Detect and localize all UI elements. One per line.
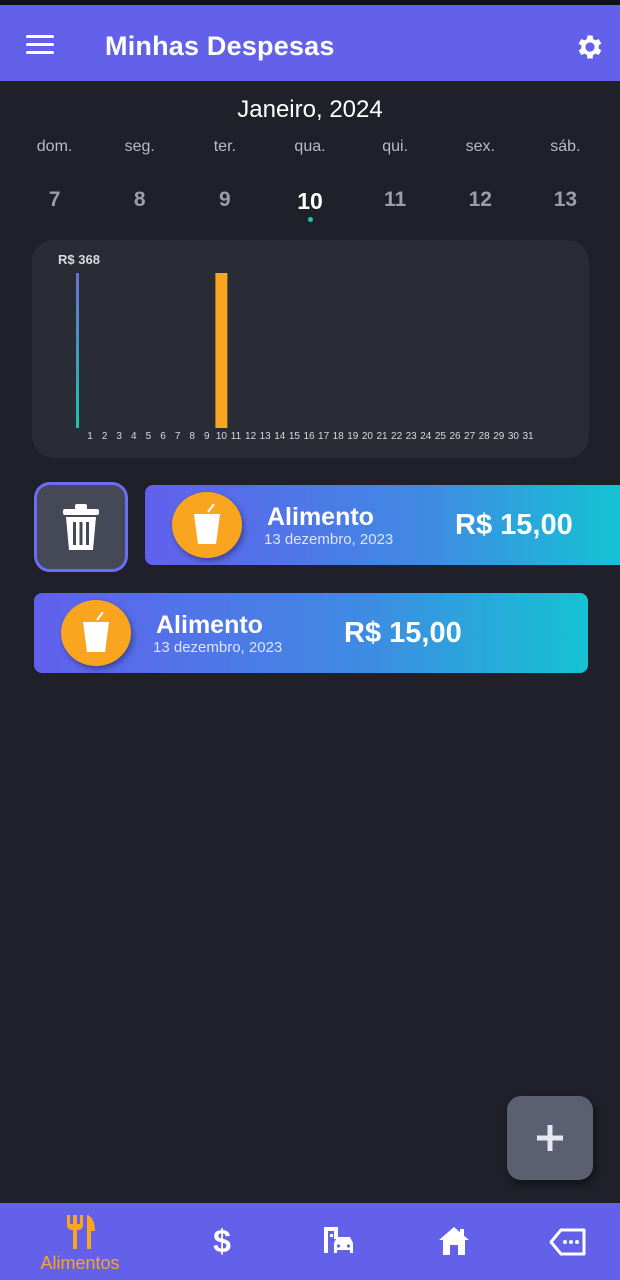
menu-icon[interactable] — [26, 35, 54, 55]
x-tick-label: 20 — [362, 431, 374, 442]
x-tick-label: 5 — [146, 431, 152, 442]
page-title: Minhas Despesas — [105, 31, 335, 61]
delete-button[interactable] — [34, 482, 128, 572]
day-button[interactable]: 12 — [438, 188, 523, 215]
gear-icon[interactable] — [574, 31, 606, 63]
x-tick-label: 7 — [175, 431, 181, 442]
weekday-label: sex. — [465, 138, 495, 155]
x-tick-label: 19 — [347, 431, 359, 442]
weekday-label: seg. — [124, 138, 155, 155]
expense-card-swiped[interactable]: Alimento 13 dezembro, 2023 R$ 15,00 — [145, 485, 620, 565]
x-tick-label: 21 — [376, 431, 388, 442]
x-tick-label: 10 — [216, 431, 228, 442]
plus-icon — [537, 1125, 563, 1151]
x-tick-label: 11 — [231, 431, 242, 442]
day-button[interactable]: 13 — [523, 188, 608, 215]
day-button[interactable]: 8 — [97, 188, 182, 215]
weekday-label: sáb. — [550, 138, 581, 155]
day-button[interactable]: 11 — [353, 188, 438, 215]
nav-item-tags[interactable] — [548, 1203, 588, 1280]
x-tick-label: 24 — [420, 431, 432, 442]
x-tick-label: 15 — [289, 431, 301, 442]
x-tick-label: 14 — [274, 431, 286, 442]
bottom-nav: Alimentos $ — [0, 1203, 620, 1280]
x-tick-label: 18 — [333, 431, 345, 442]
expense-category: Alimento — [267, 503, 374, 531]
x-tick-label: 3 — [116, 431, 122, 442]
x-tick-label: 30 — [508, 431, 520, 442]
weekday-row: dom. seg. ter. qua. qui. sex. sáb. — [12, 138, 608, 156]
day-button-selected[interactable]: 10 — [267, 188, 352, 222]
x-tick-label: 29 — [493, 431, 505, 442]
weekday-label: ter. — [213, 138, 236, 155]
nav-item-dollar[interactable]: $ — [200, 1203, 244, 1280]
tag-icon — [549, 1228, 586, 1256]
nav-item-alimentos[interactable]: Alimentos — [30, 1203, 130, 1280]
x-tick-label: 9 — [204, 431, 210, 442]
expense-amount: R$ 15,00 — [455, 509, 573, 541]
app-bar: Minhas Despesas — [0, 5, 620, 81]
x-tick-label: 31 — [522, 431, 534, 442]
weekday-label: dom. — [36, 138, 73, 155]
expense-category: Alimento — [156, 611, 263, 639]
y-max-label: R$ 368 — [58, 252, 100, 267]
dollar-icon: $ — [213, 1223, 231, 1259]
expense-date: 13 dezembro, 2023 — [264, 531, 394, 548]
expense-amount: R$ 15,00 — [344, 617, 462, 649]
x-tick-label: 28 — [479, 431, 491, 442]
x-tick-label: 16 — [303, 431, 315, 442]
fork-knife-icon — [67, 1215, 95, 1249]
day-button[interactable]: 7 — [12, 188, 97, 215]
weekday-label: qua. — [294, 138, 326, 155]
nav-label: Alimentos — [40, 1253, 120, 1273]
nav-item-home[interactable] — [436, 1203, 472, 1280]
day-row: 7 8 9 10 11 12 13 — [12, 188, 608, 222]
x-tick-label: 27 — [464, 431, 476, 442]
cup-icon — [61, 600, 131, 666]
x-tick-label: 13 — [260, 431, 272, 442]
x-tick-label: 25 — [435, 431, 447, 442]
x-tick-label: 1 — [87, 431, 93, 442]
x-tick-label: 22 — [391, 431, 403, 442]
car-building-icon — [324, 1227, 353, 1253]
expense-date: 13 dezembro, 2023 — [153, 639, 283, 656]
chart-bar-day-10 — [215, 273, 228, 428]
x-tick-label: 6 — [160, 431, 166, 442]
expense-card[interactable]: Alimento 13 dezembro, 2023 R$ 15,00 — [34, 593, 588, 673]
month-label: Janeiro, 2024 — [237, 96, 383, 123]
add-expense-button[interactable] — [507, 1096, 593, 1180]
x-tick-label: 23 — [406, 431, 418, 442]
bar-chart: R$ 3681 2 3 4 5 6 7 8 9 10 11 12 13 14 15 16 17 18 19 20 21 2… — [58, 252, 534, 442]
x-tick-label: 26 — [449, 431, 461, 442]
monthly-chart: R$ 368 1 2 3 4 5 6 7 8 9 10 11 12 13 14 15 16 17 18 19 20 21 2… — [32, 240, 589, 458]
x-tick-label: 4 — [131, 431, 137, 442]
x-tick-label: 2 — [102, 431, 108, 442]
weekday-label: qui. — [382, 138, 409, 155]
x-tick-label: 12 — [245, 431, 257, 442]
day-button[interactable]: 9 — [182, 188, 267, 215]
home-icon — [439, 1227, 469, 1255]
trash-icon — [63, 504, 99, 550]
cup-icon — [172, 492, 242, 558]
x-tick-label: 8 — [189, 431, 195, 442]
x-tick-label: 17 — [318, 431, 330, 442]
y-axis — [76, 273, 79, 428]
nav-item-transport[interactable] — [318, 1203, 358, 1280]
